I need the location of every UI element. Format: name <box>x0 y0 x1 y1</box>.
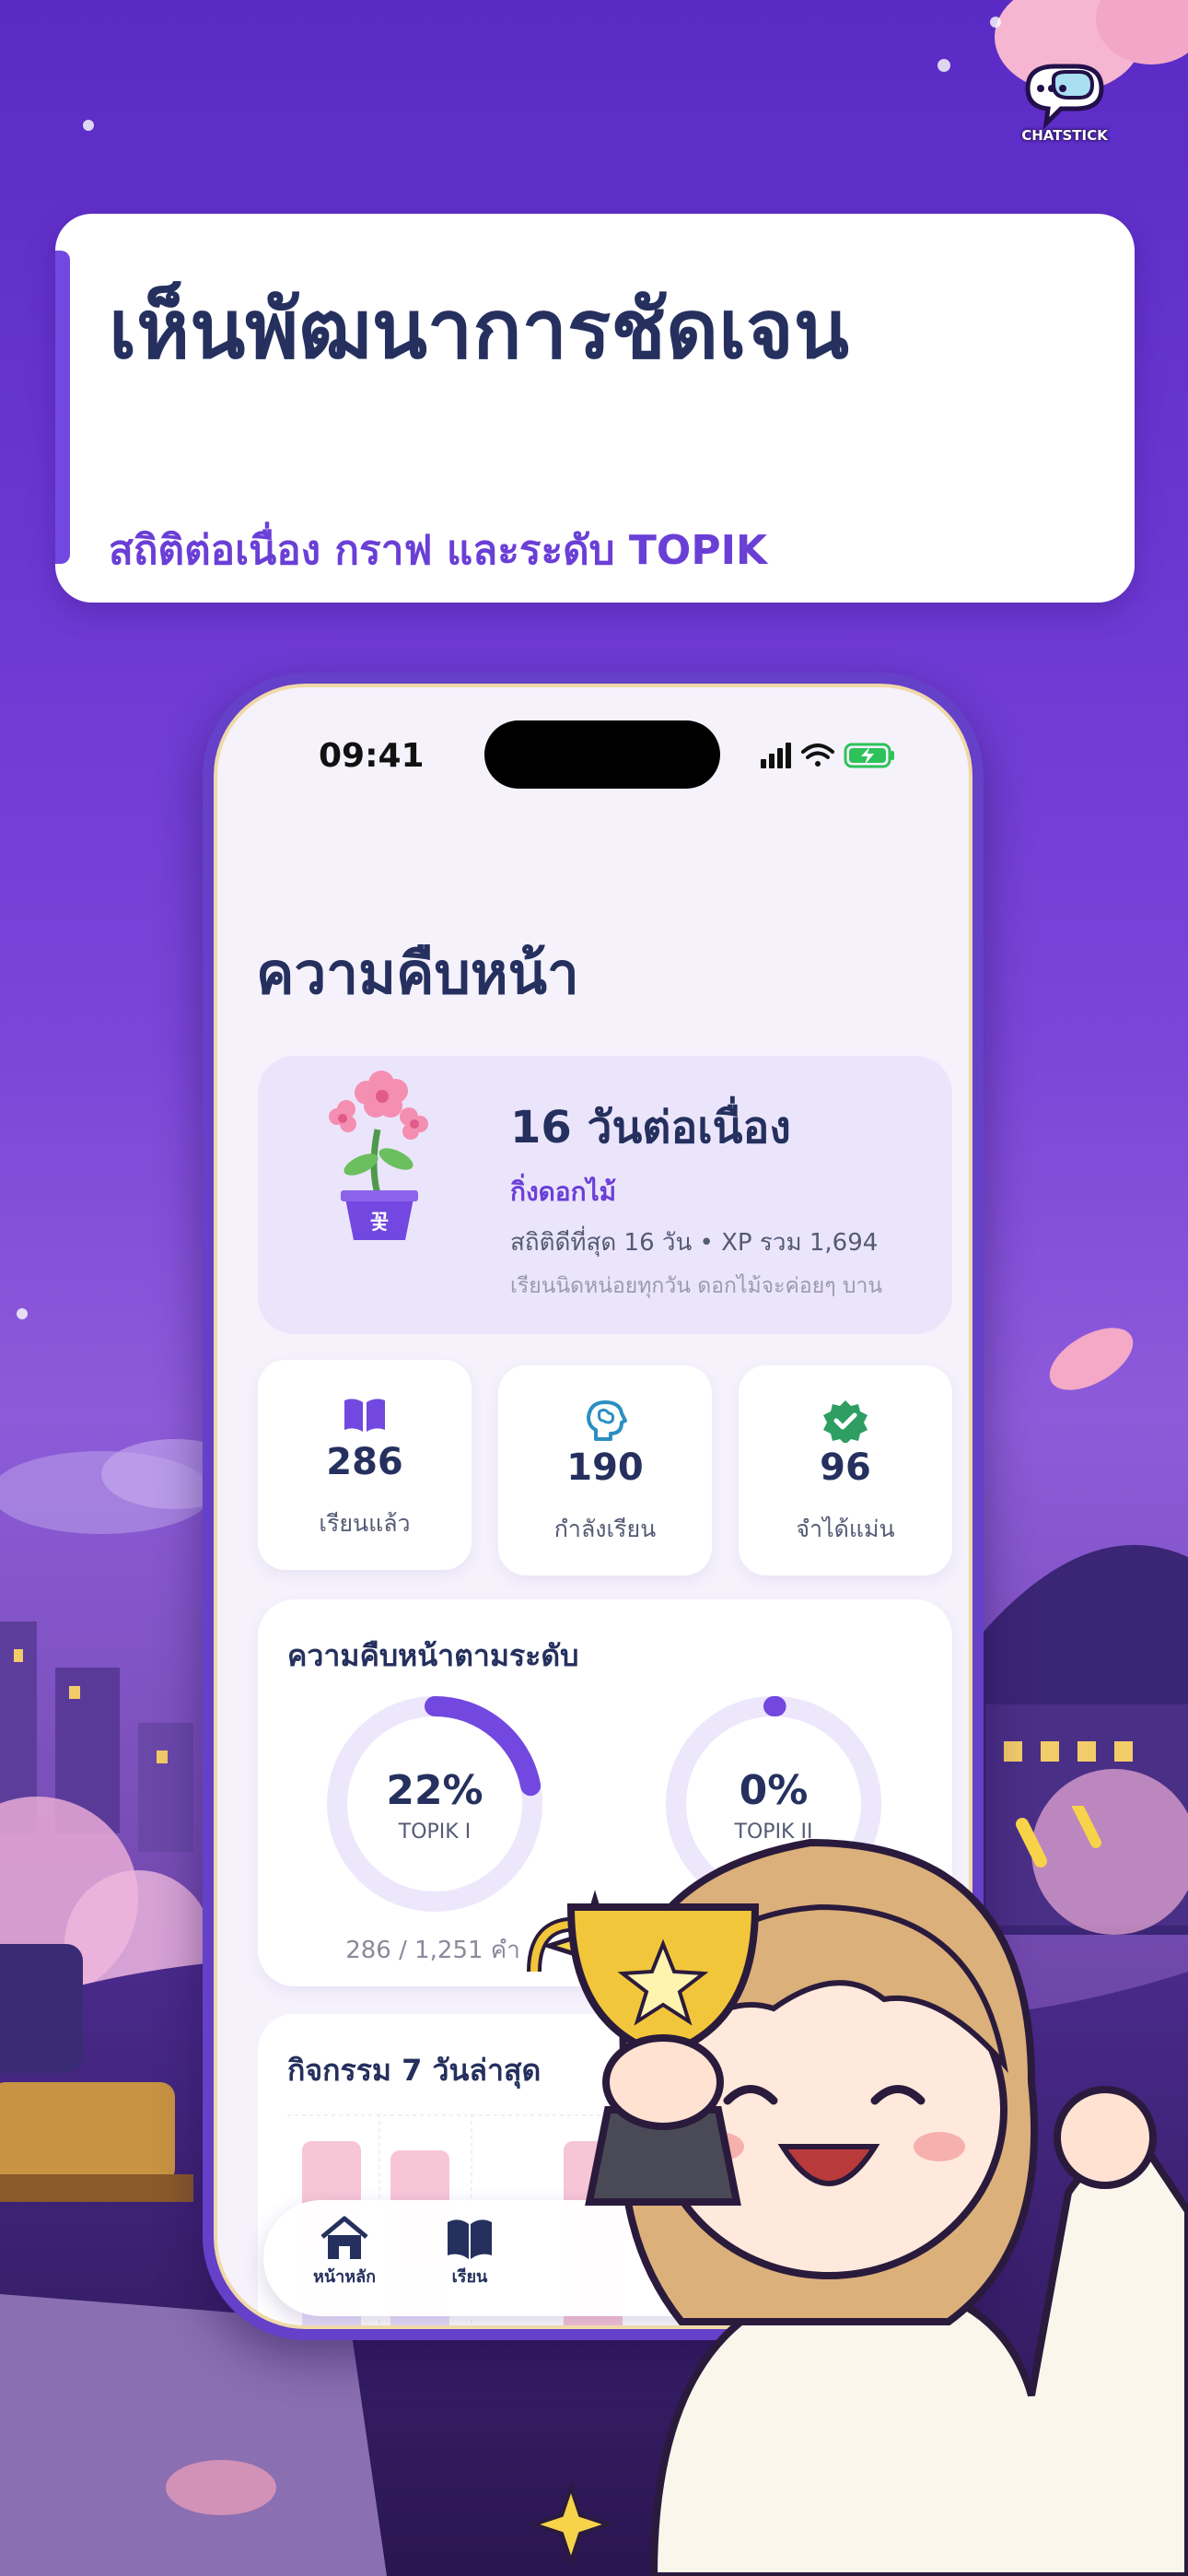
tab-home[interactable]: หน้าหลัก <box>298 2215 390 2289</box>
headline-accent-bar <box>55 251 70 564</box>
brand-logo: CHATSTICK <box>1019 61 1111 149</box>
headline-subtitle: สถิติต่อเนื่อง กราฟ และระดับ TOPIK <box>109 527 768 574</box>
ring-label: TOPIK I <box>398 1821 472 1844</box>
topik1-progress-ring[interactable]: 22% TOPIK I <box>324 1693 545 1914</box>
stat-card-learning[interactable]: 190 กำลังเรียน <box>498 1365 712 1575</box>
stat-value: 96 <box>820 1446 871 1489</box>
stat-value: 190 <box>566 1446 644 1489</box>
activity-heading: กิจกรรม 7 วันล่าสุด <box>287 2053 542 2088</box>
streak-stats: สถิติดีที่สุด 16 วัน • XP รวม 1,694 <box>510 1229 879 1257</box>
headline-card: เห็นพัฒนาการชัดเจน สถิติต่อเนื่อง กราฟ แ… <box>55 214 1135 603</box>
ring-percent: 22% <box>386 1767 483 1814</box>
flower-plant-icon: 꽃 <box>329 1071 428 1240</box>
tab-learn[interactable]: เรียน <box>424 2215 516 2289</box>
pot-label: 꽃 <box>370 1212 389 1235</box>
sparkle-decoration <box>17 1308 28 1319</box>
mascot-girl-trophy-illustration <box>527 1806 1188 2576</box>
chat-bubble-icon <box>1025 64 1104 130</box>
streak-tip: เรียนนิดหน่อยทุกวัน ดอกไม้จะค่อยๆ บาน <box>510 1274 883 1298</box>
wifi-icon <box>801 744 834 767</box>
home-icon <box>320 2216 368 2259</box>
headline-title: เห็นพัฒนาการชัดเจน <box>109 284 849 375</box>
stat-card-mastered[interactable]: 96 จำได้แม่น <box>739 1365 952 1575</box>
sparkle-decoration <box>938 59 950 72</box>
open-book-icon <box>448 2219 492 2259</box>
stat-label: จำได้แม่น <box>796 1516 895 1542</box>
verified-icon <box>823 1400 868 1443</box>
status-time: 09:41 <box>319 737 425 775</box>
level-progress-heading: ความคืบหน้าตามระดับ <box>287 1638 579 1673</box>
stat-card-learned[interactable]: 286 เรียนแล้ว <box>258 1360 472 1570</box>
battery-icon <box>844 743 894 768</box>
streak-title: 16 วันต่อเนื่อง <box>510 1102 791 1153</box>
brain-icon <box>587 1400 627 1441</box>
tab-label: เรียน <box>451 2267 488 2287</box>
book-icon <box>344 1399 385 1432</box>
streak-card[interactable]: 꽃 16 วันต่อเนื่อง กิ่งดอกไม้ สถิติดีที่ส… <box>258 1056 952 1334</box>
brand-name: CHATSTICK <box>1021 127 1108 144</box>
stat-label: เรียนแล้ว <box>319 1510 411 1537</box>
status-icons <box>761 743 894 768</box>
stat-value: 286 <box>326 1441 403 1483</box>
signal-icon <box>761 743 791 768</box>
dynamic-island <box>484 720 720 789</box>
streak-level: กิ่งดอกไม้ <box>510 1177 617 1207</box>
sparkle-decoration <box>990 17 1001 28</box>
page-title: ความคืบหน้า <box>256 940 579 1007</box>
stat-label: กำลังเรียน <box>553 1516 657 1542</box>
tab-label: หน้าหลัก <box>312 2267 377 2287</box>
sparkle-decoration <box>83 120 94 131</box>
